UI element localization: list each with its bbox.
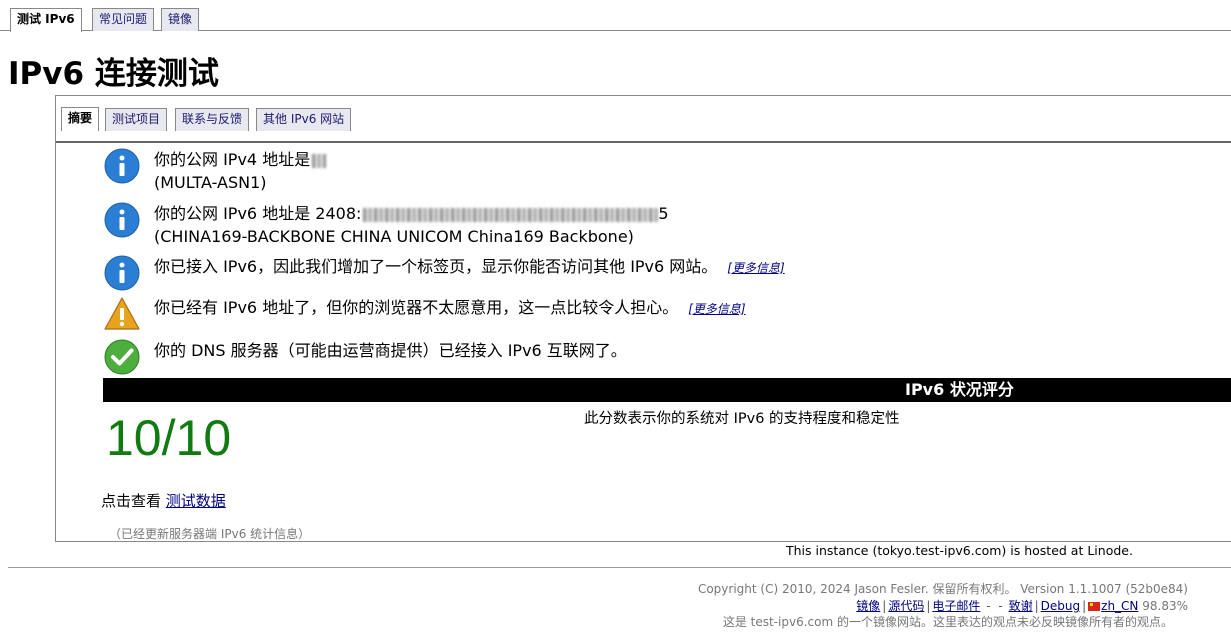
score-header: IPv6 状况评分 — [905, 380, 1014, 399]
tab-tests-run[interactable]: 测试项目 — [105, 108, 168, 131]
result-ipv4: 你的公网 IPv4 地址是 (MULTA-ASN1) — [104, 148, 327, 194]
top-tab-bar: 测试 IPv6 常见问题 镜像 — [0, 0, 1231, 32]
see-data-prefix: 点击查看 — [101, 492, 162, 510]
footer-mirror-note: 这是 test-ipv6.com 的一个镜像网站。这里表达的观点未必反映镜像所有… — [722, 615, 1173, 629]
ipv6-address-tail: 5 — [658, 204, 669, 223]
tab-faq[interactable]: 常见问题 — [92, 8, 155, 31]
tab-added-text: 你已接入 IPv6，因此我们增加了一个标签页，显示你能否访问其他 IPv6 网站… — [154, 257, 718, 276]
browser-warning-text: 你已经有 IPv6 地址了，但你的浏览器不太愿意用，这一点比较令人担心。 — [154, 298, 679, 317]
hosting-note: This instance (tokyo.test-ipv6.com) is h… — [786, 543, 1133, 558]
tab-test-ipv6[interactable]: 测试 IPv6 — [10, 8, 82, 32]
tab-mirrors[interactable]: 镜像 — [161, 8, 200, 31]
ipv4-asn: (MULTA-ASN1) — [154, 173, 267, 192]
more-info-link[interactable]: [更多信息] — [688, 302, 745, 316]
check-icon — [104, 339, 140, 375]
footer-locale-link[interactable]: zh_CN — [1101, 599, 1138, 613]
footer-mirror-link[interactable]: 镜像 — [856, 599, 880, 613]
tab-other-sites[interactable]: 其他 IPv6 网站 — [256, 108, 352, 131]
info-icon — [104, 148, 140, 184]
tab-summary[interactable]: 摘要 — [61, 107, 100, 131]
china-flag-icon — [1088, 602, 1101, 611]
page-title: IPv6 连接测试 — [8, 56, 219, 92]
info-icon — [104, 255, 140, 291]
tab-contact[interactable]: 联系与反馈 — [175, 108, 250, 131]
ipv6-asn: (CHINA169-BACKBONE CHINA UNICOM China169… — [154, 227, 634, 246]
dns-text: 你的 DNS 服务器（可能由运营商提供）已经接入 IPv6 互联网了。 — [154, 341, 627, 360]
footer-source-link[interactable]: 源代码 — [888, 599, 924, 613]
ipv4-label: 你的公网 IPv4 地址是 — [154, 150, 311, 169]
score-header-bar: IPv6 状况评分 — [103, 378, 1231, 402]
results-panel: 摘要 测试项目 联系与反馈 其他 IPv6 网站 你的公网 IPv4 地址是 (… — [55, 95, 1231, 542]
test-data-link[interactable]: 测试数据 — [166, 492, 226, 510]
info-icon — [104, 202, 140, 238]
footer-debug-link[interactable]: Debug — [1041, 599, 1080, 613]
ipv6-address-redacted — [363, 207, 659, 222]
inner-tab-bar: 摘要 测试项目 联系与反馈 其他 IPv6 网站 — [56, 96, 1231, 143]
score-description: 此分数表示你的系统对 IPv6 的支持程度和稳定性 — [584, 411, 900, 427]
stats-note: （已经更新服务器端 IPv6 统计信息） — [109, 527, 311, 541]
footer-thanks-link[interactable]: 致谢 — [1009, 599, 1033, 613]
footer-email-link[interactable]: 电子邮件 — [932, 599, 980, 613]
footer-links: 镜像 | 源代码 | 电子邮件 - - 致谢 | Debug | zh_CN 98.83% — [856, 599, 1188, 613]
score-value: 10/10 — [106, 410, 232, 466]
see-test-data: 点击查看 测试数据 — [101, 490, 226, 511]
ipv4-address-redacted — [312, 153, 327, 168]
footer-divider — [8, 567, 1231, 568]
result-tab-added: 你已接入 IPv6，因此我们增加了一个标签页，显示你能否访问其他 IPv6 网站… — [104, 255, 785, 291]
footer-locale-pct: 98.83% — [1142, 599, 1188, 613]
result-browser-warning: 你已经有 IPv6 地址了，但你的浏览器不太愿意用，这一点比较令人担心。 [更多信… — [104, 296, 746, 332]
warning-icon — [104, 297, 140, 330]
footer-copyright: Copyright (C) 2010, 2024 Jason Fesler. 保… — [697, 582, 1188, 596]
result-dns: 你的 DNS 服务器（可能由运营商提供）已经接入 IPv6 互联网了。 — [104, 339, 627, 375]
more-info-link[interactable]: [更多信息] — [727, 261, 784, 275]
result-ipv6: 你的公网 IPv6 地址是 2408: 5 (CHINA169-BACKBONE … — [104, 202, 669, 248]
ipv6-label: 你的公网 IPv6 地址是 2408: — [154, 204, 362, 223]
